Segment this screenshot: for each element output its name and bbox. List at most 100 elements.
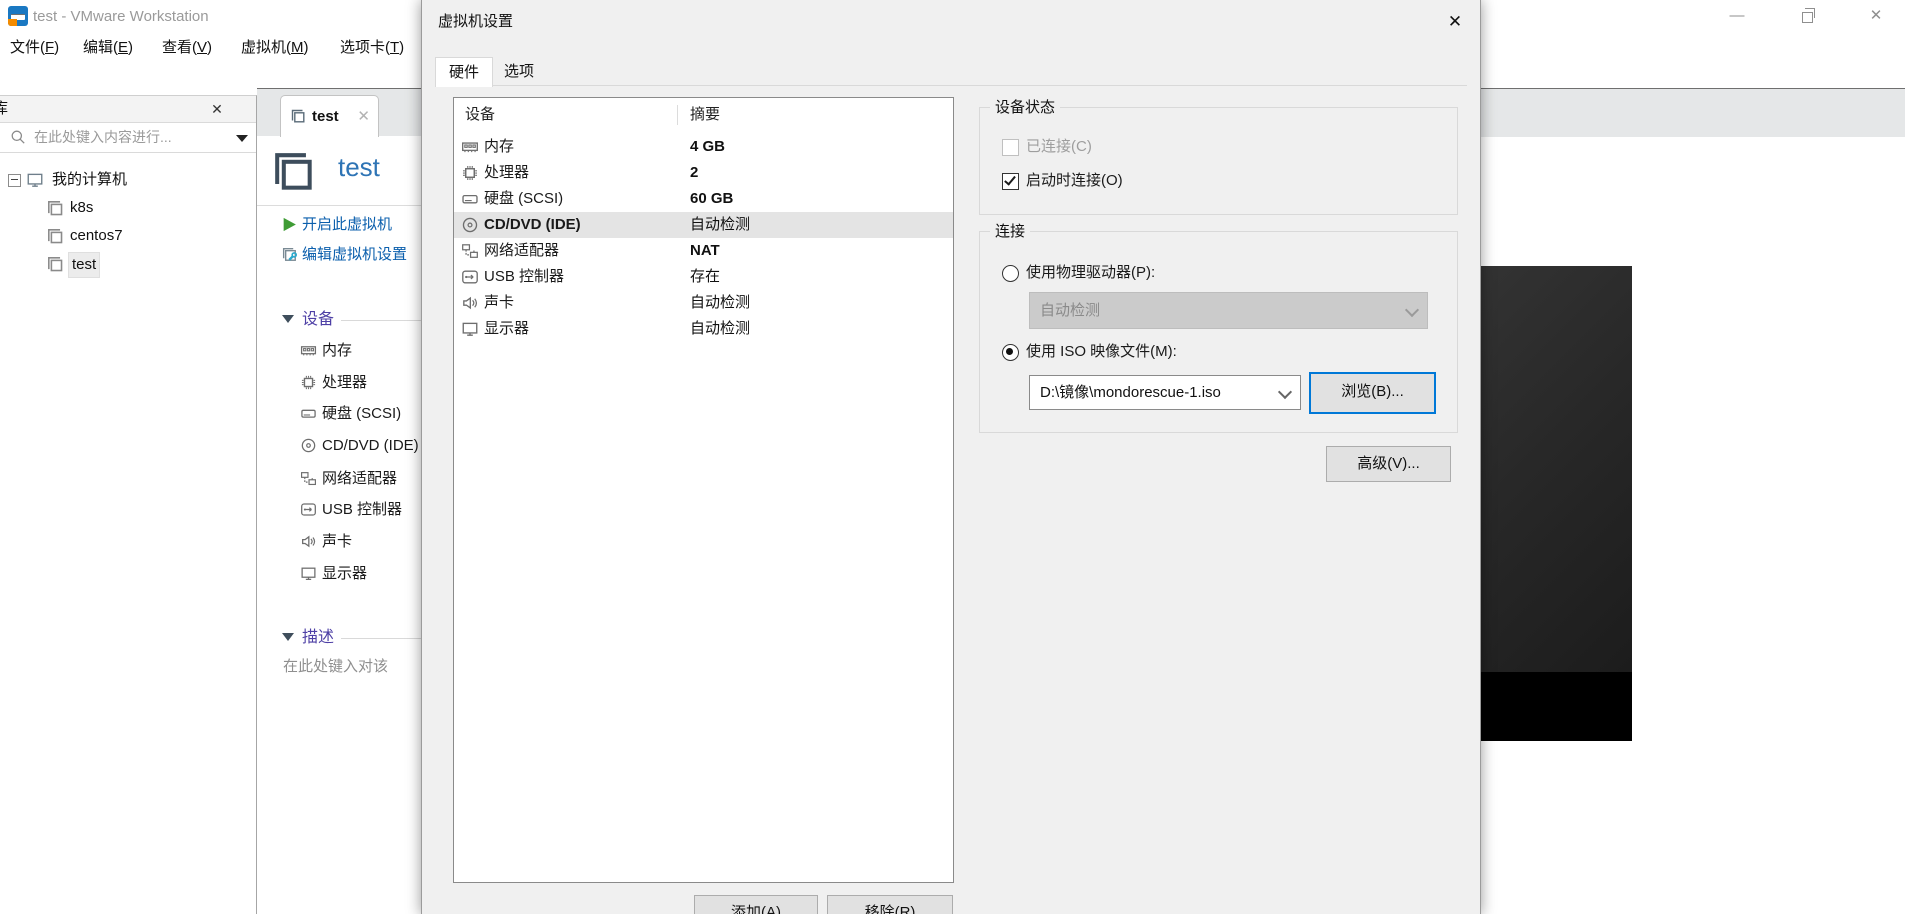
tree-label: 我的计算机 xyxy=(52,171,128,188)
browse-button[interactable]: 浏览(B)... xyxy=(1309,372,1436,414)
device-item-display[interactable]: 显示器 xyxy=(322,563,367,585)
table-row-sound[interactable]: 声卡 自动检测 xyxy=(454,290,953,316)
tab-label: test xyxy=(312,108,339,125)
physical-drive-select: 自动检测 xyxy=(1029,292,1428,329)
device-item-disk[interactable]: 硬盘 (SCSI) xyxy=(322,403,401,425)
library-close-icon[interactable]: ✕ xyxy=(204,96,230,122)
tree-item-centos7[interactable]: centos7 xyxy=(0,224,256,248)
close-icon: ✕ xyxy=(1869,7,1883,24)
restore-icon xyxy=(1802,8,1815,23)
advanced-button[interactable]: 高级(V)... xyxy=(1326,446,1451,482)
cd-icon xyxy=(461,216,479,234)
collapse-triangle-icon[interactable] xyxy=(282,633,294,641)
tree-label: k8s xyxy=(70,199,94,216)
library-search[interactable]: 在此处键入内容进行... xyxy=(0,122,256,153)
menu-edit[interactable]: 编辑(E) xyxy=(83,33,133,63)
library-title: 库 xyxy=(0,100,9,117)
description-placeholder[interactable]: 在此处键入对该 xyxy=(283,656,388,678)
dialog-close-icon[interactable]: ✕ xyxy=(1440,8,1470,36)
vm-icon xyxy=(46,255,64,273)
divider xyxy=(435,85,1467,86)
description-section-header[interactable]: 描述 xyxy=(302,627,334,649)
restore-button[interactable] xyxy=(1784,0,1828,32)
processor-icon xyxy=(300,374,317,391)
table-row-cd-dvd-selected[interactable]: CD/DVD (IDE) 自动检测 xyxy=(454,212,953,238)
minimize-icon: — xyxy=(1729,7,1745,24)
dropdown-chevron-icon[interactable] xyxy=(1277,384,1293,400)
table-row-memory[interactable]: 内存 4 GB xyxy=(454,134,953,160)
menu-vm[interactable]: 虚拟机(M) xyxy=(241,33,309,63)
column-device: 设备 xyxy=(465,106,496,123)
device-item-sound[interactable]: 声卡 xyxy=(322,531,352,553)
divider xyxy=(257,205,421,206)
device-item-usb[interactable]: USB 控制器 xyxy=(322,499,402,521)
tab-hardware[interactable]: 硬件 xyxy=(435,57,493,87)
collapse-triangle-icon[interactable] xyxy=(282,315,294,323)
device-status-group: 设备状态 已连接(C) 启动时连接(O) xyxy=(979,98,1458,215)
column-summary: 摘要 xyxy=(690,106,721,123)
menu-tabs[interactable]: 选项卡(T) xyxy=(340,33,404,63)
sound-icon xyxy=(300,533,317,550)
devices-section-header[interactable]: 设备 xyxy=(302,309,334,331)
monitor-icon xyxy=(26,171,44,189)
power-on-label: 启动时连接(O) xyxy=(1026,172,1123,189)
table-row-display[interactable]: 显示器 自动检测 xyxy=(454,316,953,342)
sound-icon xyxy=(461,294,479,312)
edit-vm-icon xyxy=(281,246,298,263)
tree-item-k8s[interactable]: k8s xyxy=(0,196,256,220)
vm-settings-dialog: 虚拟机设置 ✕ 硬件 选项 设备 摘要 内存 4 GB 处理器 2 硬盘 (SC… xyxy=(421,0,1481,914)
network-icon xyxy=(461,242,479,260)
connection-title: 连接 xyxy=(990,222,1031,241)
tab-close-icon[interactable]: ✕ xyxy=(357,96,370,137)
checkbox-checked-icon[interactable] xyxy=(1002,173,1019,190)
tab-options[interactable]: 选项 xyxy=(491,57,547,86)
tab-test[interactable]: test ✕ xyxy=(280,95,379,137)
table-row-network[interactable]: 网络适配器 NAT xyxy=(454,238,953,264)
iso-path-select[interactable]: D:\镜像\mondorescue-1.iso xyxy=(1029,375,1301,410)
iso-image-label: 使用 ISO 映像文件(M): xyxy=(1026,343,1177,360)
minimize-button[interactable]: — xyxy=(1715,0,1759,32)
device-item-memory[interactable]: 内存 xyxy=(322,340,352,362)
disk-icon xyxy=(300,405,317,422)
power-on-link[interactable]: 开启此虚拟机 xyxy=(302,214,392,236)
connection-group: 连接 使用物理驱动器(P): 自动检测 使用 ISO 映像文件(M): D:\镜… xyxy=(979,222,1458,433)
vm-console-preview xyxy=(1479,266,1632,741)
close-button[interactable]: ✕ xyxy=(1854,0,1898,32)
play-icon xyxy=(281,216,298,233)
vm-summary-page: test 开启此虚拟机 编辑虚拟机设置 设备 内存 处理器 硬盘 (SCSI) … xyxy=(257,136,421,914)
connected-label: 已连接(C) xyxy=(1026,138,1092,155)
device-table: 设备 摘要 内存 4 GB 处理器 2 硬盘 (SCSI) 60 GB CD/D… xyxy=(453,97,954,883)
collapse-expander-icon[interactable] xyxy=(8,174,21,187)
table-header: 设备 摘要 xyxy=(454,98,953,132)
tree-item-test[interactable]: test xyxy=(0,252,256,278)
divider xyxy=(677,105,678,125)
memory-icon xyxy=(461,138,479,156)
network-icon xyxy=(300,470,317,487)
add-button[interactable]: 添加(A) xyxy=(694,895,818,914)
vm-icon xyxy=(270,148,316,194)
divider xyxy=(341,638,421,639)
remove-button[interactable]: 移除(R) xyxy=(827,895,953,914)
table-row-disk[interactable]: 硬盘 (SCSI) 60 GB xyxy=(454,186,953,212)
menu-file[interactable]: 文件(F) xyxy=(10,33,59,63)
menu-view[interactable]: 查看(V) xyxy=(162,33,212,63)
radio-selected-icon[interactable] xyxy=(1002,344,1019,361)
device-item-cd[interactable]: CD/DVD (IDE) xyxy=(322,435,419,457)
vm-title: test xyxy=(338,152,380,182)
tree-label-selected: test xyxy=(68,252,101,278)
device-item-network[interactable]: 网络适配器 xyxy=(322,468,397,490)
table-row-processor[interactable]: 处理器 2 xyxy=(454,160,953,186)
usb-icon xyxy=(300,501,317,518)
vm-icon xyxy=(46,199,64,217)
radio-icon[interactable] xyxy=(1002,265,1019,282)
edit-settings-link[interactable]: 编辑虚拟机设置 xyxy=(302,244,407,266)
search-placeholder: 在此处键入内容进行... xyxy=(34,129,172,145)
physical-drive-label: 使用物理驱动器(P): xyxy=(1026,264,1156,281)
checkbox-icon[interactable] xyxy=(1002,139,1019,156)
tree-item-my-computer[interactable]: 我的计算机 xyxy=(0,168,256,192)
table-row-usb[interactable]: USB 控制器 存在 xyxy=(454,264,953,290)
disk-icon xyxy=(461,190,479,208)
device-item-processor[interactable]: 处理器 xyxy=(322,372,367,394)
search-icon xyxy=(10,129,26,145)
search-dropdown-icon[interactable] xyxy=(236,135,248,142)
